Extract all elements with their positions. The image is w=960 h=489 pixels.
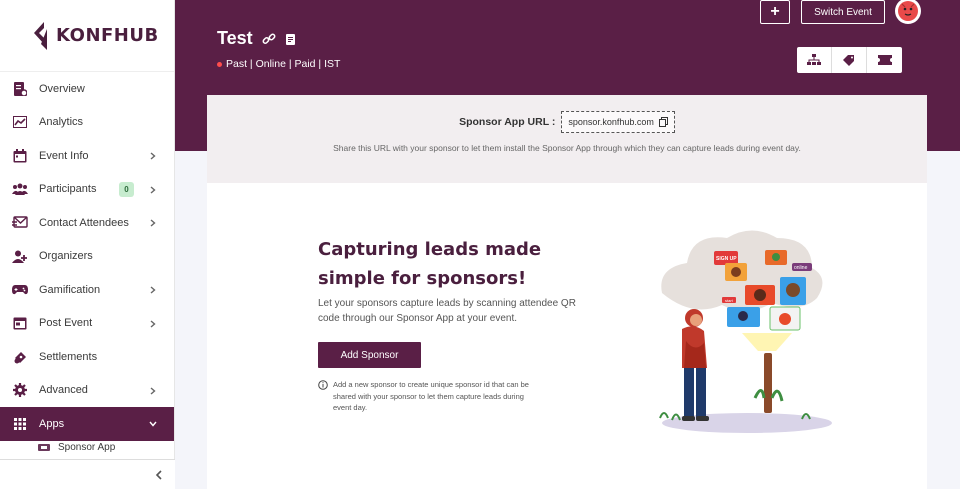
sidebar-item-event-info[interactable]: Event Info xyxy=(0,139,174,173)
chevron-right-icon xyxy=(148,319,158,329)
info-icon xyxy=(318,380,328,390)
avatar[interactable] xyxy=(895,0,921,24)
tag-icon xyxy=(843,55,854,66)
gamification-icon xyxy=(12,282,28,298)
status-dot xyxy=(217,61,222,67)
add-sponsor-info: Add a new sponsor to create unique spons… xyxy=(318,379,543,414)
brand-logo[interactable]: KONFHUB xyxy=(0,0,174,72)
sponsor-app-card: Capturing leads made simple for sponsors… xyxy=(207,183,927,489)
sidebar-item-label: Apps xyxy=(39,417,65,430)
organizers-icon xyxy=(12,248,28,264)
chevron-right-icon xyxy=(148,386,158,396)
switch-event-button[interactable]: Switch Event xyxy=(801,0,885,24)
chevron-left-icon xyxy=(155,469,162,480)
sponsor-url-box[interactable]: sponsor.konfhub.com xyxy=(561,111,675,133)
event-meta: Past | Online | Paid | IST xyxy=(217,58,340,70)
sidebar-item-label: Contact Attendees xyxy=(39,216,129,229)
sponsor-url-text: sponsor.konfhub.com xyxy=(568,117,654,127)
tag-button[interactable] xyxy=(832,47,867,73)
sidebar-item-advanced[interactable]: Advanced xyxy=(0,374,174,408)
sidebar-nav: Overview Analytics Event Info Participants 0… xyxy=(0,72,174,441)
add-sponsor-info-text: Add a new sponsor to create unique spons… xyxy=(333,380,529,412)
sidebar-item-contact-attendees[interactable]: Contact Attendees xyxy=(0,206,174,240)
event-meta-text: Past | Online | Paid | IST xyxy=(226,58,341,70)
sidebar-item-label: Gamification xyxy=(39,283,101,296)
start-tag: start xyxy=(725,298,734,303)
page-description: Let your sponsors capture leads by scann… xyxy=(318,298,576,324)
add-event-button[interactable]: + xyxy=(760,0,790,24)
sidebar-item-organizers[interactable]: Organizers xyxy=(0,240,174,274)
ticket-icon xyxy=(877,55,892,65)
sponsor-leads-illustration: SIGN UP online start xyxy=(659,230,832,433)
sidebar-item-gamification[interactable]: Gamification xyxy=(0,273,174,307)
contact-attendees-icon xyxy=(12,215,28,231)
sidebar-item-label: Advanced xyxy=(39,384,88,397)
participants-icon xyxy=(12,181,28,197)
sidebar-item-analytics[interactable]: Analytics xyxy=(0,106,174,140)
sidebar-item-participants[interactable]: Participants 0 xyxy=(0,173,174,207)
chevron-down-icon xyxy=(148,419,158,429)
analytics-icon xyxy=(12,114,28,130)
overview-icon xyxy=(12,81,28,97)
participants-count-badge: 0 xyxy=(119,181,134,197)
sidebar-item-apps[interactable]: Apps xyxy=(0,407,174,441)
event-title-row: Test xyxy=(217,28,297,49)
chevron-right-icon xyxy=(148,151,158,161)
org-chart-icon xyxy=(807,54,821,65)
apps-icon xyxy=(12,416,28,432)
page-title: Capturing leads made simple for sponsors… xyxy=(318,239,542,289)
sponsor-url-label: Sponsor App URL : xyxy=(459,116,556,128)
add-sponsor-button[interactable]: Add Sponsor xyxy=(318,342,421,368)
sidebar-subitem-sponsor-app[interactable]: Sponsor App xyxy=(0,441,174,455)
sidebar: KONFHUB Overview Analytics Event Info Parti… xyxy=(0,0,175,489)
sidebar-item-overview[interactable]: Overview xyxy=(0,72,174,106)
sidebar-item-label: Overview xyxy=(39,82,85,95)
konfhub-logo-icon xyxy=(34,21,47,50)
sponsor-url-hint: Share this URL with your sponsor to let … xyxy=(333,143,801,153)
sidebar-item-label: Participants xyxy=(39,183,97,196)
sidebar-item-label: Analytics xyxy=(39,116,84,129)
sidebar-item-label: Organizers xyxy=(39,250,93,263)
copy-icon[interactable] xyxy=(658,117,668,127)
online-tag: online xyxy=(794,265,808,271)
sponsor-app-icon xyxy=(38,443,52,452)
chevron-right-icon xyxy=(148,185,158,195)
content-background xyxy=(927,151,960,489)
header-tools xyxy=(797,47,902,73)
chevron-right-icon xyxy=(148,285,158,295)
sidebar-item-settlements[interactable]: Settlements xyxy=(0,340,174,374)
sidebar-item-label: Event Info xyxy=(39,149,89,162)
advanced-icon xyxy=(12,382,28,398)
copy-document-icon[interactable] xyxy=(285,32,297,46)
sidebar-item-label: Post Event xyxy=(39,317,93,330)
sidebar-subitem-label: Sponsor App xyxy=(58,442,116,453)
signup-tag: SIGN UP xyxy=(716,256,737,262)
event-info-icon xyxy=(12,148,28,164)
sponsor-url-panel: Sponsor App URL : sponsor.konfhub.com Sh… xyxy=(207,95,927,183)
brand-name: KONFHUB xyxy=(56,25,159,46)
sidebar-collapse-button[interactable] xyxy=(0,459,175,489)
org-chart-button[interactable] xyxy=(797,47,832,73)
ticket-button[interactable] xyxy=(867,47,902,73)
link-icon[interactable] xyxy=(262,32,276,46)
avatar-face-icon xyxy=(898,1,918,21)
post-event-icon xyxy=(12,315,28,331)
chevron-right-icon xyxy=(148,218,158,228)
sponsor-url-row: Sponsor App URL : sponsor.konfhub.com xyxy=(207,111,927,133)
settlements-icon xyxy=(12,349,28,365)
sidebar-item-post-event[interactable]: Post Event xyxy=(0,307,174,341)
event-title: Test xyxy=(217,28,253,48)
sidebar-item-label: Settlements xyxy=(39,350,98,363)
